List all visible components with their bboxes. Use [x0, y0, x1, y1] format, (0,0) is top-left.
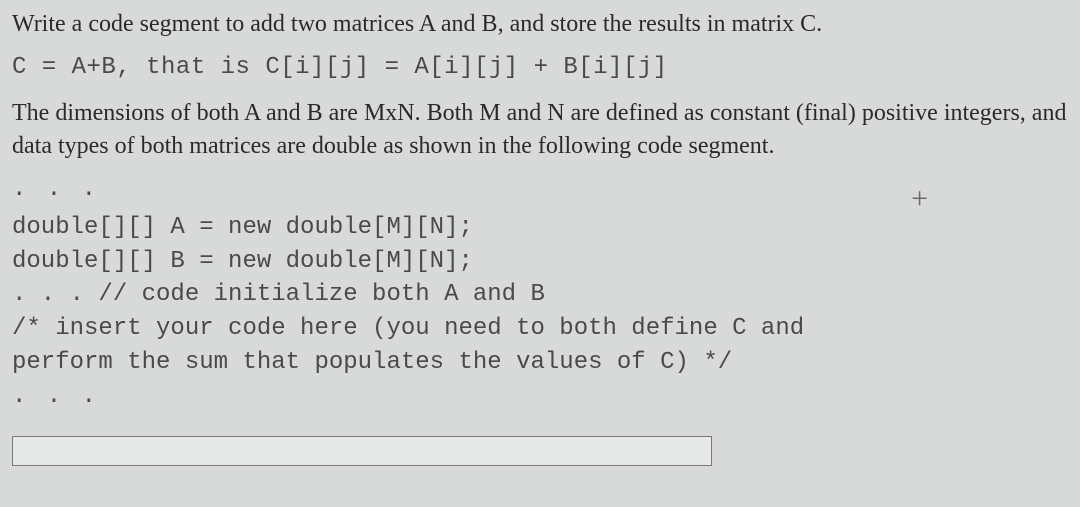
code-block: double[][] A = new double[M][N]; double[… — [12, 211, 1068, 379]
formula-left: C = A+B, — [12, 54, 131, 81]
formula-line: C = A+B, that is C[i][j] = A[i][j] + B[i… — [12, 54, 1068, 81]
answer-input[interactable] — [12, 436, 712, 466]
plus-icon: + — [911, 182, 928, 216]
code-line-5: perform the sum that populates the value… — [12, 346, 1068, 380]
formula-expr: C[i][j] = A[i][j] + B[i][j] — [265, 54, 667, 81]
code-line-4: /* insert your code here (you need to bo… — [12, 312, 1068, 346]
code-line-1: double[][] A = new double[M][N]; — [12, 211, 1068, 245]
ellipsis-top: . . . — [12, 176, 1068, 203]
code-line-2: double[][] B = new double[M][N]; — [12, 245, 1068, 279]
intro-paragraph: Write a code segment to add two matrices… — [12, 8, 1068, 40]
code-line-3: . . . // code initialize both A and B — [12, 278, 1068, 312]
question-block: Write a code segment to add two matrices… — [12, 8, 1068, 466]
ellipsis-bottom: . . . — [12, 383, 1068, 410]
dimensions-paragraph: The dimensions of both A and B are MxN. … — [12, 97, 1068, 162]
formula-mid-text: that is — [131, 54, 265, 81]
